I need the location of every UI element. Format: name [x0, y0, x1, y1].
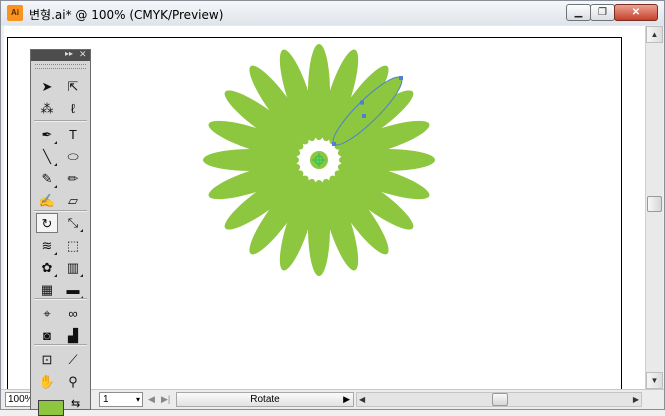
artboard-number: 1	[103, 394, 109, 405]
pencil-tool-icon[interactable]: ✏	[62, 169, 84, 189]
flyout-corner-icon	[54, 141, 57, 144]
blend-tool-icon[interactable]: ∞	[62, 304, 84, 324]
scale-tool-icon[interactable]: ⤡	[62, 213, 84, 233]
selection-tool-icon[interactable]: ➤	[36, 77, 58, 97]
line-tool-icon[interactable]: ╲	[36, 147, 58, 167]
status-bar: 100% 1 ▾ ◀ ▶| Rotate ▶ ◀ ▶	[1, 389, 664, 409]
warp-tool-icon[interactable]: ≋	[36, 236, 58, 256]
tool-group-separator	[34, 210, 87, 212]
gradient-tool-icon[interactable]: ▬	[62, 280, 84, 300]
vertical-scrollbar[interactable]: ▲ ▼	[645, 26, 663, 389]
flyout-corner-icon	[54, 185, 57, 188]
flyout-corner-icon	[80, 274, 83, 277]
pen-tool-icon[interactable]: ✒	[36, 125, 58, 145]
rotate-tool-icon[interactable]: ↻	[36, 213, 58, 233]
swap-colors-icon[interactable]: ⇆	[71, 397, 80, 410]
scroll-left-icon[interactable]: ◀	[359, 393, 365, 406]
artboard-tool-icon[interactable]: ⊡	[36, 350, 58, 370]
tool-group-separator	[34, 298, 87, 300]
horizontal-scroll-thumb[interactable]	[492, 393, 508, 406]
blob-brush-tool-icon[interactable]: ✍	[36, 191, 58, 211]
close-panel-icon[interactable]: ✕	[79, 49, 87, 60]
fill-color-swatch[interactable]	[38, 400, 64, 416]
hand-tool-icon[interactable]: ✋	[36, 372, 58, 392]
flyout-corner-icon	[54, 252, 57, 255]
minimize-button[interactable]: ▁	[566, 4, 591, 21]
vertical-scroll-thumb[interactable]	[647, 196, 662, 212]
symbol-sprayer-tool-icon[interactable]: ✿	[36, 258, 58, 278]
scroll-up-icon[interactable]: ▲	[646, 26, 663, 43]
anchor-point-handle[interactable]	[359, 100, 364, 105]
illustrator-app-icon[interactable]: Ai	[7, 5, 23, 21]
flyout-corner-icon	[54, 163, 57, 166]
tools-panel: ▸▸ ✕ ➤ ⇱ ⁂ ℓ ✒ T ╲ ⬭ ✎ ✏ ✍ ▱ ↻ ⤡ ≋ ⬚ ✿ ▥ ▦ ▬ ⌖ ∞ ◙ ▟ ⊡ ⟋ ✋ ⚲ ⇆	[30, 49, 91, 416]
flower-artwork[interactable]	[4, 26, 645, 389]
mesh-tool-icon[interactable]: ▦	[36, 280, 58, 300]
graph-tool-icon[interactable]: ▟	[62, 326, 84, 346]
artboard-number-field[interactable]: 1 ▾	[99, 392, 143, 407]
document-window: Ai 변형.ai* @ 100% (CMYK/Preview) ▁ ❐ ✕ ▲ …	[0, 0, 665, 410]
flyout-corner-icon	[54, 274, 57, 277]
canvas-area[interactable]	[4, 26, 645, 389]
last-artboard-icon[interactable]: ▶|	[161, 394, 170, 405]
anchor-point-handle[interactable]	[399, 76, 403, 80]
horizontal-scrollbar[interactable]: ◀ ▶	[356, 392, 642, 407]
column-graph-tool-icon[interactable]: ▥	[62, 258, 84, 278]
first-artboard-icon[interactable]: ◀	[148, 394, 155, 405]
anchor-point-handle[interactable]	[332, 142, 336, 146]
magic-wand-tool-icon[interactable]: ⁂	[36, 99, 58, 119]
tool-group-separator	[34, 344, 87, 346]
slice-tool-icon[interactable]: ⟋	[62, 350, 84, 370]
symbol-tool-icon[interactable]: ◙	[36, 326, 58, 346]
type-tool-icon[interactable]: T	[62, 125, 84, 145]
scroll-down-icon[interactable]: ▼	[646, 372, 663, 389]
eraser-tool-icon[interactable]: ▱	[62, 191, 84, 211]
direct-selection-tool-icon[interactable]: ⇱	[62, 77, 84, 97]
tools-panel-header[interactable]: ▸▸ ✕	[31, 49, 90, 61]
free-transform-tool-icon[interactable]: ⬚	[62, 236, 84, 256]
window-title: 변형.ai* @ 100% (CMYK/Preview)	[29, 8, 224, 22]
scroll-right-icon[interactable]: ▶	[633, 393, 639, 406]
zoom-level-field[interactable]: 100%	[5, 392, 34, 407]
status-menu-arrow-icon[interactable]: ▶	[343, 393, 350, 406]
status-tool-field[interactable]: Rotate ▶	[176, 392, 354, 407]
tool-group-separator	[34, 120, 87, 122]
lasso-tool-icon[interactable]: ℓ	[62, 99, 84, 119]
restore-button[interactable]: ❐	[590, 4, 615, 21]
ellipse-tool-icon[interactable]: ⬭	[62, 147, 84, 167]
close-button[interactable]: ✕	[614, 4, 658, 21]
paintbrush-tool-icon[interactable]: ✎	[36, 169, 58, 189]
chevron-down-icon[interactable]: ▾	[136, 393, 140, 406]
anchor-point-handle[interactable]	[361, 113, 366, 118]
collapse-panel-icon[interactable]: ▸▸	[65, 49, 73, 58]
flyout-corner-icon	[80, 229, 83, 232]
panel-grip[interactable]	[35, 64, 86, 69]
zoom-tool-icon[interactable]: ⚲	[62, 372, 84, 392]
eyedropper-tool-icon[interactable]: ⌖	[36, 304, 58, 324]
title-bar[interactable]: Ai 변형.ai* @ 100% (CMYK/Preview) ▁ ❐ ✕	[1, 1, 664, 25]
flower-center[interactable]	[301, 142, 337, 178]
current-tool-label: Rotate	[250, 394, 280, 405]
